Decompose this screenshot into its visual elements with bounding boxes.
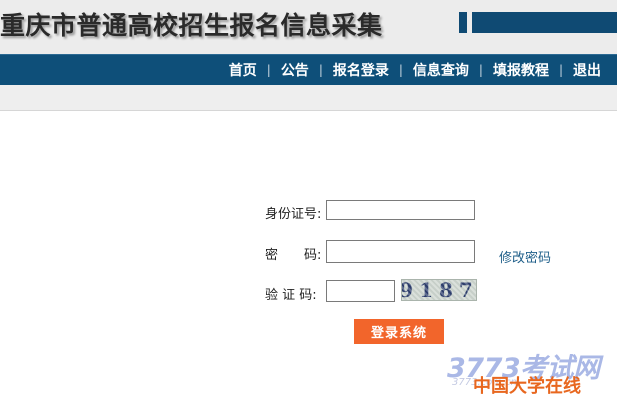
nav-separator: | xyxy=(266,63,271,77)
nav-items: 首页 | 公告 | 报名登录 | 信息查询 | 填报教程 | 退出 xyxy=(223,55,607,85)
nav-home[interactable]: 首页 xyxy=(223,60,263,80)
password-label: 密 码: xyxy=(265,248,322,263)
nav-info-query[interactable]: 信息查询 xyxy=(407,60,475,80)
nav-register-login[interactable]: 报名登录 xyxy=(327,60,395,80)
sub-bar xyxy=(0,85,617,111)
password-input[interactable] xyxy=(326,240,475,263)
watermark-org: 中国大学在线 xyxy=(473,376,581,397)
login-button[interactable]: 登录系统 xyxy=(354,319,444,344)
change-password-link[interactable]: 修改密码 xyxy=(499,247,551,266)
nav-separator: | xyxy=(558,63,563,77)
nav-announcement[interactable]: 公告 xyxy=(275,60,315,80)
nav-logout[interactable]: 退出 xyxy=(567,60,607,80)
site-title: 重庆市普通高校招生报名信息采集 xyxy=(0,11,383,40)
captcha-image[interactable]: 9187 xyxy=(401,279,477,301)
nav-separator: | xyxy=(478,63,483,77)
title-accent-bar-large xyxy=(472,12,617,33)
captcha-label: 验 证 码: xyxy=(265,288,317,303)
title-accent-bar-small xyxy=(459,12,467,33)
nav-tutorial[interactable]: 填报教程 xyxy=(487,60,555,80)
captcha-input[interactable] xyxy=(326,280,395,302)
header: 重庆市普通高校招生报名信息采集 xyxy=(0,0,617,54)
main-nav: 首页 | 公告 | 报名登录 | 信息查询 | 填报教程 | 退出 xyxy=(0,54,617,85)
id-number-label: 身份证号: xyxy=(265,207,322,222)
nav-separator: | xyxy=(318,63,323,77)
nav-separator: | xyxy=(398,63,403,77)
id-number-input[interactable] xyxy=(326,200,475,220)
